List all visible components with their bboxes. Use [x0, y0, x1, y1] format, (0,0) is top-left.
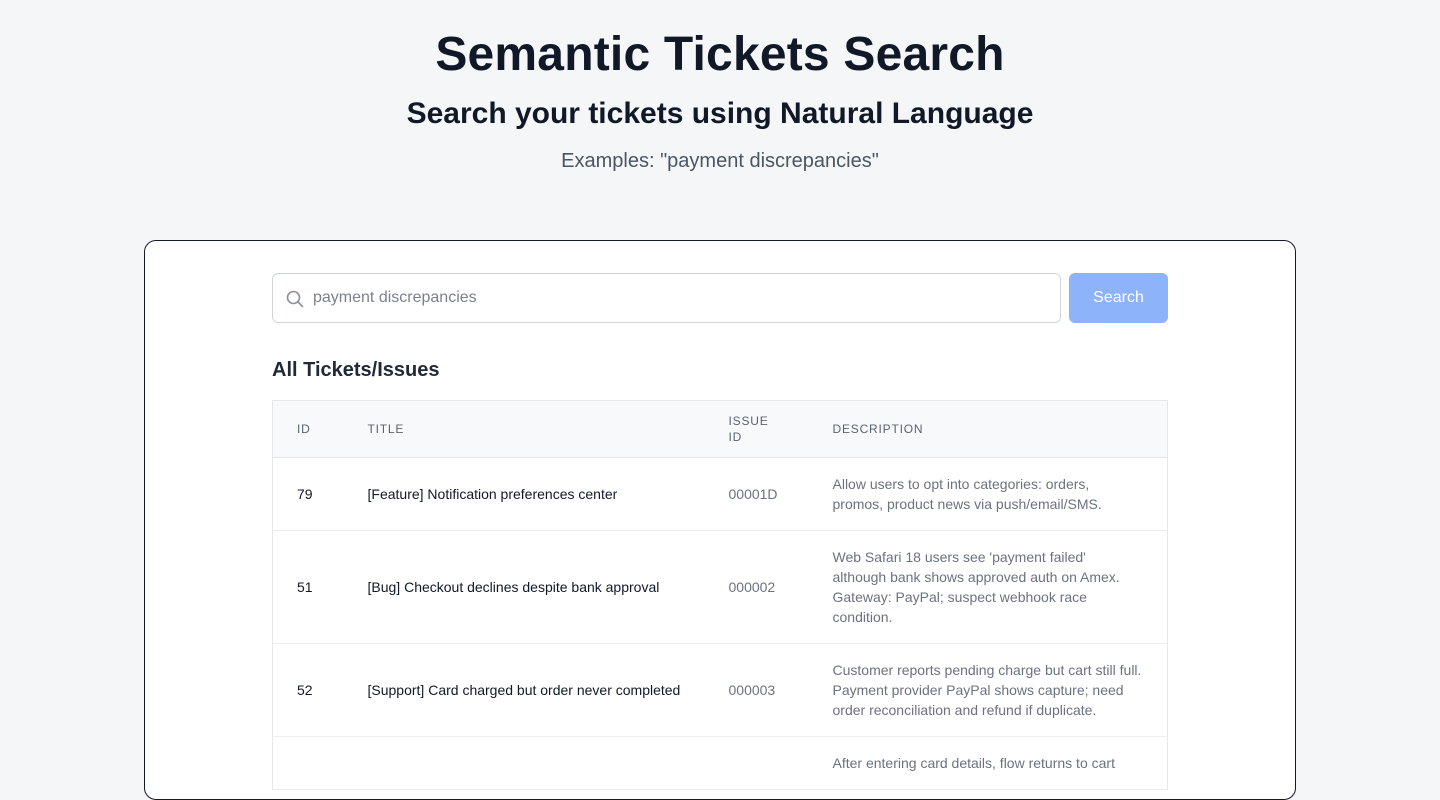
ticket-issue-id: 000003	[704, 643, 809, 737]
ticket-title: [Support] Card charged but order never c…	[343, 643, 705, 737]
column-header-description[interactable]: DESCRIPTION	[808, 400, 1168, 458]
column-header-title[interactable]: TITLE	[343, 400, 705, 458]
column-header-issue-line2: ID	[728, 430, 743, 444]
tickets-table: ID TITLE ISSUE ID DESCRIPTION 79 [Feature…	[272, 400, 1168, 790]
search-icon	[286, 290, 304, 308]
column-header-issue-id[interactable]: ISSUE ID	[704, 400, 809, 458]
ticket-id	[272, 736, 344, 790]
table-row[interactable]: 79 [Feature] Notification preferences ce…	[272, 457, 1168, 531]
search-bar: Search	[272, 273, 1168, 323]
ticket-issue-id	[704, 736, 809, 790]
ticket-title: [Bug] Checkout declines despite bank app…	[343, 530, 705, 644]
column-header-id[interactable]: ID	[272, 400, 344, 458]
ticket-description: After entering card details, flow return…	[808, 736, 1168, 790]
page-subtitle: Search your tickets using Natural Langua…	[406, 97, 1034, 130]
ticket-issue-id: 000002	[704, 530, 809, 644]
ticket-title	[343, 736, 705, 790]
ticket-description: Customer reports pending charge but cart…	[808, 643, 1168, 737]
ticket-id: 51	[272, 530, 344, 644]
page-title: Semantic Tickets Search	[435, 28, 1005, 81]
table-row[interactable]: 51 [Bug] Checkout declines despite bank …	[272, 530, 1168, 644]
column-header-issue-line1: ISSUE	[728, 414, 769, 428]
ticket-description: Allow users to opt into categories: orde…	[808, 457, 1168, 531]
ticket-id: 79	[272, 457, 344, 531]
table-row[interactable]: 52 [Support] Card charged but order neve…	[272, 643, 1168, 737]
tickets-heading: All Tickets/Issues	[272, 359, 440, 381]
ticket-id: 52	[272, 643, 344, 737]
hero-header: Semantic Tickets Search Search your tick…	[0, 0, 1440, 174]
ticket-description: Web Safari 18 users see 'payment failed'…	[808, 530, 1168, 644]
table-row[interactable]: After entering card details, flow return…	[272, 736, 1168, 790]
ticket-title: [Feature] Notification preferences cente…	[343, 457, 705, 531]
card-content: Search All Tickets/Issues ID TITLE ISSUE…	[272, 273, 1168, 790]
search-button[interactable]: Search	[1069, 273, 1168, 323]
table-header-row: ID TITLE ISSUE ID DESCRIPTION	[272, 400, 1168, 458]
search-input[interactable]	[313, 274, 1053, 322]
search-card: Search All Tickets/Issues ID TITLE ISSUE…	[144, 240, 1296, 800]
ticket-issue-id: 00001D	[704, 457, 809, 531]
search-field[interactable]	[272, 273, 1061, 323]
examples-hint: Examples: "payment discrepancies"	[561, 150, 879, 172]
